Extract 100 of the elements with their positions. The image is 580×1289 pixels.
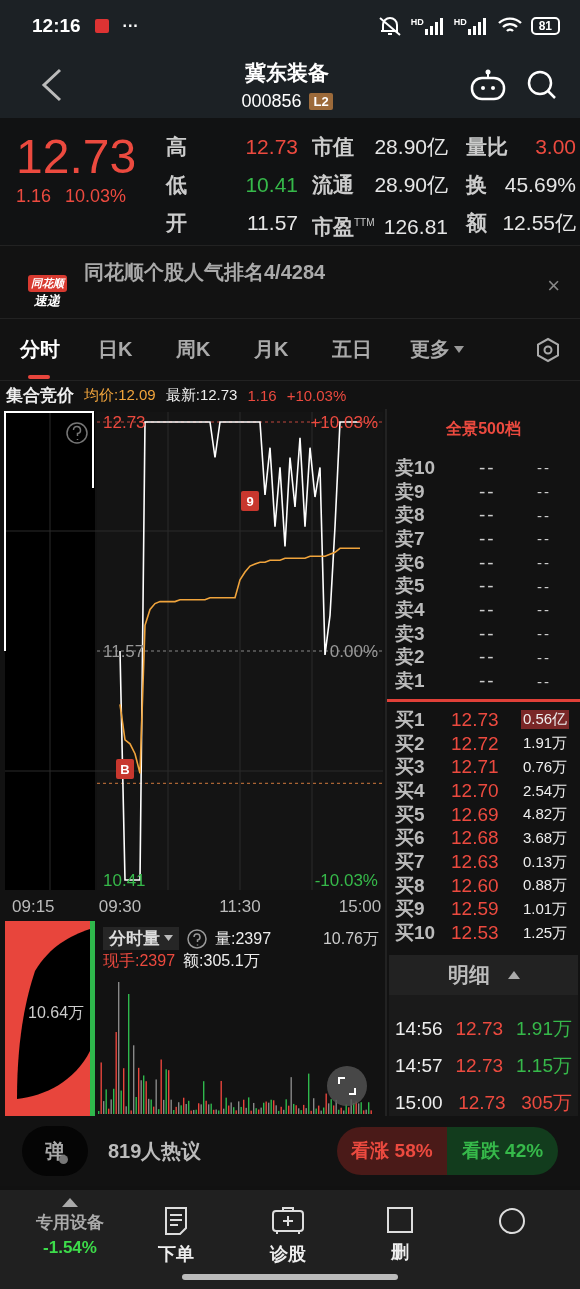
stat-label: 高 xyxy=(166,134,187,160)
app-notification-icon xyxy=(94,19,109,33)
stock-name: 冀东装备 xyxy=(245,59,329,86)
nav-label[interactable]: 下单 xyxy=(158,1242,194,1266)
ask-volume: -- xyxy=(536,672,552,690)
battery-indicator: 81 xyxy=(530,17,560,35)
fullscreen-icon[interactable] xyxy=(327,1066,367,1106)
stat-value: 28.90亿 xyxy=(374,172,448,198)
ask-volume: -- xyxy=(536,648,552,666)
ask-price: -- xyxy=(478,670,497,693)
trade-marker[interactable]: B xyxy=(116,759,134,779)
nav-label[interactable]: 诊股 xyxy=(270,1242,306,1266)
medical-kit-icon[interactable] xyxy=(271,1206,305,1236)
time-label: 09:15 xyxy=(12,897,55,916)
axis-label: 10.41 xyxy=(103,871,146,890)
square-icon[interactable] xyxy=(386,1206,414,1234)
bid-price: 12.63 xyxy=(451,851,500,874)
trade-price: 12.73 xyxy=(455,1017,504,1041)
ask-price: -- xyxy=(478,480,497,503)
stat-label: 市值 xyxy=(312,134,354,160)
ask-volume: -- xyxy=(536,530,552,548)
circle-icon[interactable] xyxy=(497,1206,527,1236)
ask-volume: -- xyxy=(536,459,552,477)
time-label: 11:30 xyxy=(219,897,261,916)
amount-value: 额:305.1万 xyxy=(183,951,260,971)
news-logo: 同花顺 速递 xyxy=(20,274,74,310)
ask-label: 卖8 xyxy=(395,503,426,528)
ask-label: 卖5 xyxy=(395,574,426,599)
stat-value: 11.57 xyxy=(247,210,298,236)
chart-tab[interactable]: 月K xyxy=(254,318,332,381)
news-headline[interactable]: 同花顺个股人气排名4/4284 xyxy=(84,258,538,286)
ask-price: -- xyxy=(478,575,497,598)
bid-volume: 1.01万 xyxy=(522,899,569,919)
stat-label: 额 xyxy=(466,210,487,236)
back-icon[interactable] xyxy=(40,68,64,102)
ask-price: -- xyxy=(478,504,497,527)
stat-label: 流通 xyxy=(312,172,354,198)
trade-detail-header[interactable]: 明细 xyxy=(389,955,578,995)
chart-tab[interactable]: 更多 xyxy=(410,318,488,381)
ask-label: 卖1 xyxy=(395,669,426,694)
average-price: 均价:12.09 xyxy=(84,385,156,405)
ask-label: 卖9 xyxy=(395,479,426,504)
chart-tab[interactable]: 分时 xyxy=(20,318,98,381)
bid-label: 买6 xyxy=(395,826,426,851)
caret-icon[interactable] xyxy=(164,935,173,942)
current-price: 12.73 xyxy=(16,129,138,185)
bid-volume: 1.25万 xyxy=(522,923,569,943)
bid-label: 买9 xyxy=(395,897,426,922)
chart-tab[interactable]: 五日 xyxy=(332,318,410,381)
stat-value: 45.69% xyxy=(504,172,576,198)
ask-volume: -- xyxy=(536,577,552,595)
expand-icon[interactable] xyxy=(62,1198,78,1207)
settings-icon[interactable] xyxy=(536,336,560,363)
time-label: 09:30 xyxy=(98,897,142,916)
bid-price: 12.69 xyxy=(451,803,500,826)
ask-volume: -- xyxy=(536,483,552,501)
bullish-button[interactable]: 看涨 58% xyxy=(337,1127,447,1175)
price-change: 1.16 xyxy=(16,186,52,207)
bearish-button[interactable]: 看跌 42% xyxy=(447,1127,558,1175)
nav-label[interactable]: 删 xyxy=(391,1240,409,1264)
close-button[interactable]: × xyxy=(547,273,560,299)
bid-label: 买5 xyxy=(395,802,426,827)
auction-label: 集合竞价 xyxy=(6,384,74,407)
volume-value: 量:2397 xyxy=(215,928,272,949)
price-change: 1.16 xyxy=(247,386,277,404)
stat-label: 量比 xyxy=(466,134,508,160)
ask-label: 卖6 xyxy=(395,550,426,575)
trade-marker[interactable]: 9 xyxy=(241,491,259,511)
robot-icon[interactable] xyxy=(470,69,506,101)
sector-name[interactable]: 专用设备 xyxy=(36,1211,104,1234)
stat-label: 市盈$^{TTM}$ xyxy=(312,214,375,240)
bid-label: 买2 xyxy=(395,731,426,756)
volume-max: 10.76万 xyxy=(322,928,379,949)
volume-selector[interactable]: 分时量 xyxy=(103,927,179,950)
caret-icon[interactable] xyxy=(454,345,464,354)
danmaku-button[interactable]: 弹 xyxy=(22,1126,88,1176)
discussion-count[interactable]: 819人热议 xyxy=(108,1137,202,1165)
search-icon[interactable] xyxy=(526,69,558,101)
stock-code: 000856 xyxy=(241,90,302,112)
bid-volume: 1.91万 xyxy=(522,734,569,754)
bid-price: 12.59 xyxy=(451,898,500,921)
ask-price: -- xyxy=(478,456,497,479)
caret-icon[interactable] xyxy=(507,971,520,979)
bid-label: 买1 xyxy=(395,707,426,732)
bid-price: 12.60 xyxy=(451,874,500,897)
chart-tab[interactable]: 日K xyxy=(98,318,176,381)
bid-price: 12.71 xyxy=(451,756,500,779)
ask-price: -- xyxy=(478,646,497,669)
bid-label: 买4 xyxy=(395,779,426,804)
bid-volume: 3.68万 xyxy=(522,828,569,848)
bid-volume: 0.56亿 xyxy=(521,710,570,730)
bid-price: 12.72 xyxy=(451,732,500,755)
stat-label: 低 xyxy=(166,172,187,198)
chart-tab[interactable]: 周K xyxy=(176,318,254,381)
order-book-title: 全景500档 xyxy=(445,419,522,439)
help-icon[interactable] xyxy=(187,928,207,949)
status-more: ··· xyxy=(122,17,139,35)
help-icon[interactable] xyxy=(66,422,88,444)
level-badge: L2 xyxy=(309,92,333,110)
ask-price: -- xyxy=(478,551,497,574)
